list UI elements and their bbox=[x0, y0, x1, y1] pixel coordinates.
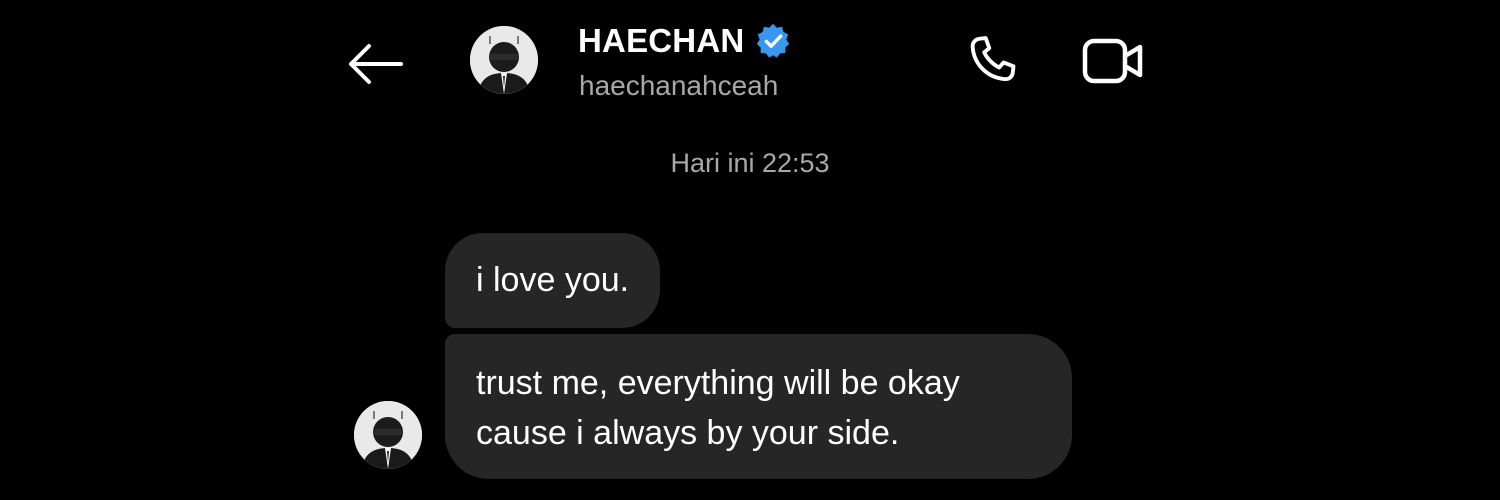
message-bubble[interactable]: i love you. bbox=[445, 233, 661, 328]
verified-badge-icon bbox=[757, 23, 790, 58]
message-bubble[interactable]: trust me, everything will be okay cause … bbox=[445, 334, 1072, 479]
sender-avatar[interactable] bbox=[354, 401, 422, 469]
avatar-image bbox=[354, 401, 422, 469]
message-text: i love you. bbox=[476, 261, 630, 299]
phone-icon bbox=[970, 36, 1016, 82]
message-text: trust me, everything will be okay cause … bbox=[476, 364, 960, 452]
video-camera-icon bbox=[1082, 38, 1143, 84]
arrow-left-icon bbox=[349, 44, 403, 84]
avatar-image bbox=[470, 26, 538, 94]
contact-name-row[interactable]: HAECHAN bbox=[578, 22, 792, 60]
contact-name: HAECHAN bbox=[578, 22, 745, 59]
video-call-button[interactable] bbox=[1082, 32, 1144, 90]
contact-handle[interactable]: haechanahceah bbox=[579, 70, 778, 102]
chat-screen: HAECHAN haechanahceah Hari ini 22:53 i l… bbox=[0, 0, 1500, 500]
back-button[interactable] bbox=[346, 40, 406, 88]
call-button[interactable] bbox=[960, 32, 1022, 90]
message-timestamp: Hari ini 22:53 bbox=[670, 148, 830, 178]
contact-avatar[interactable] bbox=[470, 26, 538, 94]
